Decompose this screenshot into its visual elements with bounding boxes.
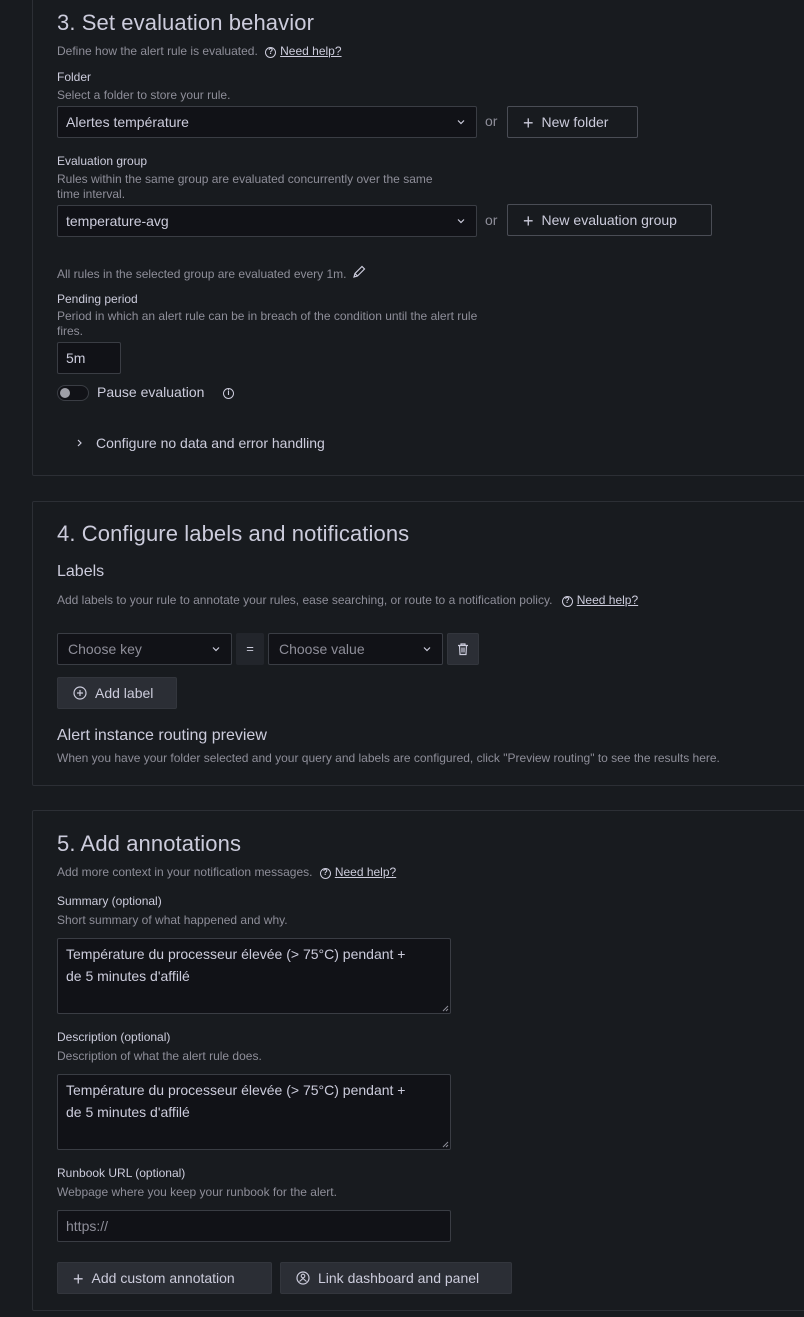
no-data-error-handling-toggle[interactable]: Configure no data and error handling — [76, 435, 325, 451]
section-evaluation-behavior — [32, 0, 804, 476]
resize-handle-icon[interactable] — [441, 1004, 449, 1012]
section-3-description-text: Define how the alert rule is evaluated. — [57, 44, 258, 58]
or-text: or — [485, 212, 498, 228]
description-text-line: de 5 minutes d'affilé — [66, 1104, 190, 1120]
plus-circle-icon — [73, 686, 87, 700]
new-evaluation-group-button[interactable]: + New evaluation group — [507, 204, 712, 236]
routing-preview-title: Alert instance routing preview — [57, 727, 267, 744]
summary-text-line: Température du processeur élevée (> 75°C… — [66, 946, 406, 962]
section-5-description-text: Add more context in your notification me… — [57, 865, 313, 879]
pencil-edit-icon[interactable] — [352, 265, 366, 279]
description-textarea[interactable]: Température du processeur élevée (> 75°C… — [57, 1074, 451, 1150]
routing-preview-text: When you have your folder selected and y… — [57, 751, 720, 765]
chevron-right-icon — [77, 439, 82, 447]
no-data-error-handling-label: Configure no data and error handling — [96, 435, 325, 451]
section-5-description: Add more context in your notification me… — [57, 865, 396, 879]
new-folder-button[interactable]: + New folder — [507, 106, 638, 138]
plus-icon: + — [73, 1269, 84, 1289]
section-4-title: 4. Configure labels and notifications — [57, 521, 410, 546]
folder-select[interactable]: Alertes température — [57, 106, 477, 138]
help-circle-icon: ? — [265, 47, 277, 58]
evaluation-group-description: Rules within the same group are evaluate… — [57, 172, 433, 202]
labels-description: Add labels to your rule to annotate your… — [57, 593, 638, 607]
evaluation-group-label: Evaluation group — [57, 154, 148, 168]
runbook-url-input[interactable]: https:// — [57, 1210, 451, 1242]
need-help-link[interactable]: Need help? — [335, 865, 396, 879]
toggle-knob — [60, 388, 70, 398]
need-help-link[interactable]: Need help? — [577, 593, 638, 607]
pause-evaluation-toggle[interactable] — [57, 385, 89, 401]
new-folder-label: New folder — [541, 114, 609, 130]
evaluation-interval-note: All rules in the selected group are eval… — [57, 265, 366, 281]
trash-icon — [458, 643, 468, 656]
evaluation-group-select[interactable]: temperature-avg — [57, 205, 477, 237]
summary-textarea[interactable]: Température du processeur élevée (> 75°C… — [57, 938, 451, 1014]
section-3-description: Define how the alert rule is evaluated. … — [57, 44, 342, 58]
add-custom-annotation-button[interactable]: + Add custom annotation — [57, 1262, 272, 1294]
info-circle-icon[interactable]: i — [223, 388, 234, 399]
labels-description-text: Add labels to your rule to annotate your… — [57, 593, 553, 607]
add-label-button[interactable]: Add label — [57, 677, 177, 709]
description-text-line: Température du processeur élevée (> 75°C… — [66, 1082, 406, 1098]
section-3-title: 3. Set evaluation behavior — [57, 10, 314, 35]
pending-period-label: Pending period — [57, 292, 138, 306]
chevron-down-icon — [212, 647, 220, 652]
add-label-text: Add label — [95, 685, 154, 701]
chevron-down-icon — [457, 120, 465, 125]
help-circle-icon: ? — [561, 596, 573, 607]
pending-period-description-line: fires. — [57, 324, 84, 338]
summary-description: Short summary of what happened and why. — [57, 913, 288, 927]
summary-text-line: de 5 minutes d'affilé — [66, 968, 190, 984]
pending-period-description-line: Period in which an alert rule can be in … — [57, 309, 478, 323]
label-key-placeholder: Choose key — [68, 641, 142, 657]
summary-label: Summary (optional) — [57, 894, 162, 908]
evaluation-group-select-value: temperature-avg — [66, 213, 169, 229]
pending-period-input[interactable]: 5m — [57, 342, 121, 374]
evaluation-group-description-line: time interval. — [57, 187, 126, 201]
resize-handle-icon[interactable] — [441, 1140, 449, 1148]
new-evaluation-group-label: New evaluation group — [541, 212, 677, 228]
help-circle-icon: ? — [319, 868, 331, 879]
label-value-select[interactable]: Choose value — [268, 633, 443, 665]
remove-label-button[interactable] — [447, 633, 479, 665]
runbook-label: Runbook URL (optional) — [57, 1166, 186, 1180]
equals-sign: = — [236, 633, 264, 665]
link-dashboard-panel-button[interactable]: Link dashboard and panel — [280, 1262, 512, 1294]
plus-icon: + — [523, 211, 534, 231]
folder-select-value: Alertes température — [66, 114, 189, 130]
description-description: Description of what the alert rule does. — [57, 1049, 262, 1063]
add-custom-annotation-text: Add custom annotation — [91, 1270, 235, 1286]
or-text: or — [485, 113, 498, 129]
link-dashboard-panel-text: Link dashboard and panel — [318, 1270, 480, 1286]
label-value-placeholder: Choose value — [279, 641, 365, 657]
chevron-down-icon — [457, 219, 465, 224]
runbook-description: Webpage where you keep your runbook for … — [57, 1185, 337, 1199]
pause-evaluation-label: Pause evaluation — [97, 384, 205, 400]
need-help-link[interactable]: Need help? — [280, 44, 341, 58]
evaluation-group-description-line: Rules within the same group are evaluate… — [57, 172, 433, 186]
plus-icon: + — [523, 113, 534, 133]
label-key-select[interactable]: Choose key — [57, 633, 232, 665]
evaluation-interval-text: All rules in the selected group are eval… — [57, 267, 347, 281]
labels-heading: Labels — [57, 563, 105, 580]
folder-label: Folder — [57, 70, 92, 84]
description-label: Description (optional) — [57, 1030, 171, 1044]
pending-period-description: Period in which an alert rule can be in … — [57, 309, 477, 339]
section-5-title: 5. Add annotations — [57, 831, 242, 856]
folder-description: Select a folder to store your rule. — [57, 88, 231, 102]
chevron-down-icon — [423, 647, 431, 652]
apps-dashboard-icon — [296, 1271, 310, 1285]
